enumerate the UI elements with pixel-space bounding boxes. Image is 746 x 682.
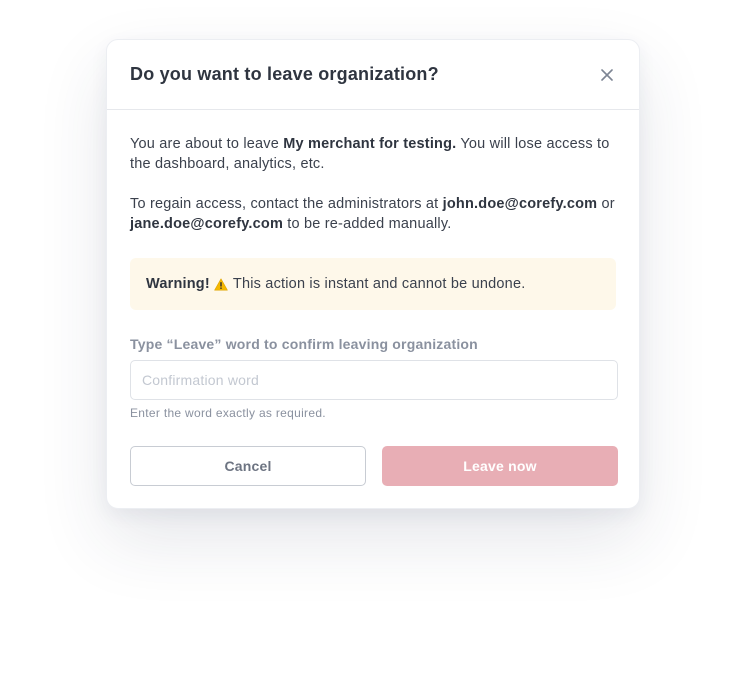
regain-access-suffix: to be re-added manually. (283, 216, 452, 232)
close-button[interactable] (597, 65, 617, 85)
admin-email-1: john.doe@corefy.com (442, 196, 598, 212)
warning-banner: Warning! This action is instant and cann… (130, 258, 616, 310)
leave-description: You are about to leave My merchant for t… (130, 134, 616, 174)
warning-label: Warning! (146, 276, 210, 292)
dialog-title: Do you want to leave organization? (130, 64, 439, 84)
leave-organization-dialog: Do you want to leave organization? You a… (106, 39, 640, 509)
cancel-button[interactable]: Cancel (130, 446, 366, 486)
regain-access-prefix: To regain access, contact the administra… (130, 196, 443, 212)
warning-text: This action is instant and cannot be und… (232, 276, 526, 292)
confirmation-input[interactable] (130, 360, 618, 400)
confirmation-hint: Enter the word exactly as required. (130, 406, 326, 420)
leave-now-button[interactable]: Leave now (382, 446, 618, 486)
dialog-header: Do you want to leave organization? (107, 40, 639, 110)
regain-access-or: or (597, 196, 615, 212)
warning-icon (214, 278, 228, 290)
leave-description-prefix: You are about to leave (130, 136, 284, 152)
merchant-name: My merchant for testing. (283, 136, 457, 152)
confirmation-label: Type “Leave” word to confirm leaving org… (130, 336, 478, 352)
regain-access-description: To regain access, contact the administra… (130, 194, 616, 234)
admin-email-2: jane.doe@corefy.com (130, 216, 284, 232)
close-icon (601, 69, 613, 81)
